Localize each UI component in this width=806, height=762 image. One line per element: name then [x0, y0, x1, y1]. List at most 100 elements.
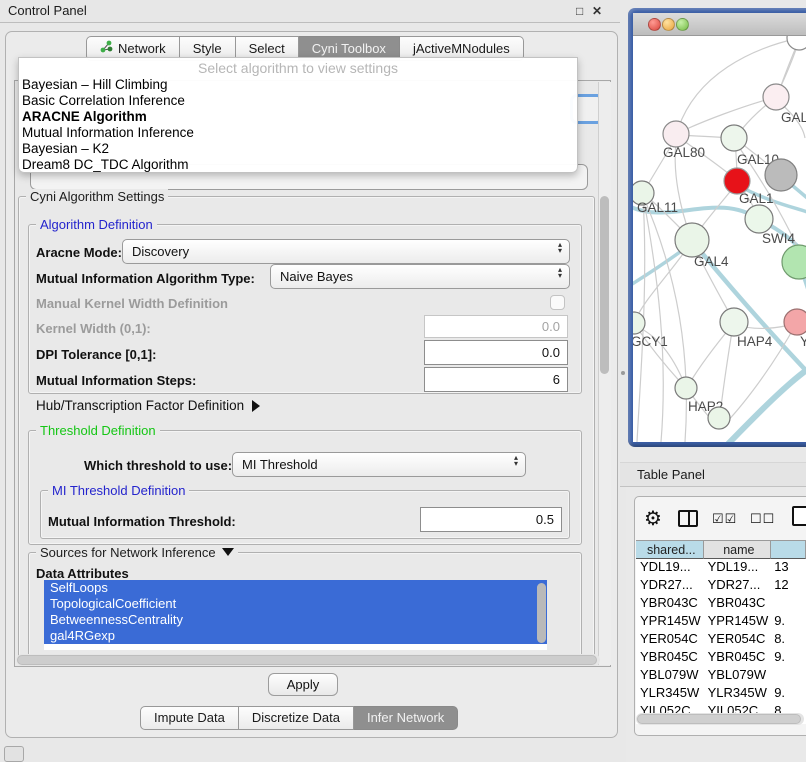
sources-title[interactable]: Sources for Network Inference	[36, 545, 238, 560]
table-row[interactable]: YDL19...YDL19...13	[636, 558, 806, 576]
algorithm-option[interactable]: Bayesian – K2	[19, 141, 577, 157]
column-header[interactable]: name	[704, 540, 772, 559]
node-gal4[interactable]	[675, 223, 709, 257]
tab-label: Network	[118, 41, 166, 56]
table-row[interactable]: YBL079WYBL079W	[636, 666, 806, 684]
node-label: GAL4	[694, 254, 729, 269]
mi-threshold-definition-title: MI Threshold Definition	[48, 483, 189, 498]
deselect-all-icon[interactable]: ☐☐	[750, 511, 775, 527]
application-window: Control Panel □ ✕ Network Style Select Cyni…	[0, 0, 806, 762]
table-cell: 9.	[771, 612, 806, 630]
split-pane-divider-handle[interactable]	[621, 371, 625, 375]
tab-label: Style	[193, 41, 222, 56]
tab-label: jActiveMNodules	[413, 41, 510, 56]
node-hap2[interactable]	[675, 377, 697, 399]
hub-definition-toggle[interactable]: Hub/Transcription Factor Definition	[36, 398, 260, 413]
dpi-tolerance-field[interactable]: 0.0	[424, 340, 568, 365]
tab-label: Select	[249, 41, 285, 56]
table-cell: YER054C	[636, 630, 704, 648]
which-threshold-label: Which threshold to use:	[84, 458, 232, 473]
node-label: GCY1	[633, 334, 668, 349]
apply-button[interactable]: Apply	[268, 673, 338, 696]
control-panel-title: Control Panel	[8, 3, 87, 18]
table-cell: YBR043C	[704, 594, 772, 612]
data-attribute-item[interactable]: BetweennessCentrality	[44, 612, 547, 628]
float-panel-icon[interactable]: □	[576, 4, 583, 18]
table-row[interactable]: YBR045CYBR045C9.	[636, 648, 806, 666]
table-row[interactable]: YBR043CYBR043C	[636, 594, 806, 612]
settings-vertical-scrollbar-thumb[interactable]	[600, 196, 609, 374]
table-cell: 13	[771, 558, 806, 576]
algorithm-definition-title: Algorithm Definition	[36, 217, 157, 232]
kernel-width-field[interactable]: 0.0	[424, 315, 568, 338]
which-threshold-value: MI Threshold	[242, 457, 318, 472]
data-attribute-item[interactable]: TopologicalCoefficient	[44, 596, 547, 612]
table-row[interactable]: YLR345WYLR345W9.	[636, 684, 806, 702]
new-table-icon[interactable]	[792, 506, 806, 526]
kernel-width-label: Kernel Width (0,1):	[36, 321, 151, 336]
aracne-mode-value: Discovery	[132, 244, 189, 259]
table-cell: YDR27...	[636, 576, 704, 594]
table-row[interactable]: YER054CYER054C8.	[636, 630, 806, 648]
table-cell: YDL19...	[636, 558, 704, 576]
tab-discretize-data[interactable]: Discretize Data	[239, 706, 354, 730]
mi-threshold-field[interactable]: 0.5	[420, 507, 562, 532]
tab-label: Impute Data	[154, 710, 225, 725]
manual-kernel-checkbox[interactable]	[550, 295, 565, 310]
node-gal80[interactable]	[663, 121, 689, 147]
data-attribute-item[interactable]: gal4RGexp	[44, 628, 547, 644]
table-row[interactable]: YPR145WYPR145W9.	[636, 612, 806, 630]
expand-arrow-icon	[252, 400, 260, 412]
node-attribute-table[interactable]: shared...nameYDL19...YDL19...13YDR27...Y…	[636, 540, 806, 724]
table-cell: YBR043C	[636, 594, 704, 612]
network-window-titlebar[interactable]	[633, 13, 806, 36]
column-header[interactable]: shared...	[636, 540, 704, 559]
table-row[interactable]: YDR27...YDR27...12	[636, 576, 806, 594]
node[interactable]	[708, 407, 730, 429]
node-y[interactable]	[784, 309, 806, 335]
node[interactable]	[782, 245, 806, 279]
table-horizontal-scrollbar-thumb[interactable]	[637, 714, 801, 724]
minimize-window-icon[interactable]	[662, 18, 675, 31]
which-threshold-combobox[interactable]: MI Threshold ▴▾	[232, 452, 526, 477]
select-all-icon[interactable]: ☑☑	[712, 511, 737, 527]
table-cell: YBR045C	[704, 648, 772, 666]
combo-arrows-icon: ▴▾	[558, 242, 562, 254]
close-panel-icon[interactable]: ✕	[592, 4, 602, 18]
collapsed-panel-button[interactable]	[4, 746, 24, 762]
tab-infer-network[interactable]: Infer Network	[354, 706, 458, 730]
settings-horizontal-scrollbar-thumb[interactable]	[17, 655, 597, 665]
table-panel-title: Table Panel	[637, 467, 705, 482]
algorithm-option[interactable]: Bayesian – Hill Climbing	[19, 77, 577, 93]
tab-label: Cyni Toolbox	[312, 41, 386, 56]
column-header[interactable]	[771, 540, 806, 559]
zoom-window-icon[interactable]	[676, 18, 689, 31]
algorithm-option[interactable]: Dream8 DC_TDC Algorithm	[19, 157, 577, 173]
node-gal[interactable]	[763, 84, 789, 110]
close-window-icon[interactable]	[648, 18, 661, 31]
algorithm-option[interactable]: Basic Correlation Inference	[19, 93, 577, 109]
tab-impute-data[interactable]: Impute Data	[140, 706, 239, 730]
split-columns-icon[interactable]	[678, 510, 698, 527]
data-attribute-item[interactable]: SelfLoops	[44, 580, 547, 596]
mi-steps-field[interactable]: 6	[424, 367, 568, 392]
node[interactable]	[765, 159, 797, 191]
node[interactable]	[787, 36, 806, 50]
algorithm-option[interactable]: ARACNE Algorithm	[19, 109, 577, 125]
aracne-mode-combobox[interactable]: Discovery ▴▾	[122, 239, 570, 264]
network-canvas[interactable]: GALGAL80GAL10GAL1SWI4GAL11GAL4GCY1HAP4YH…	[633, 36, 806, 442]
attribute-list-scrollbar[interactable]	[537, 583, 546, 643]
node-hap4[interactable]	[720, 308, 748, 336]
node-swi4[interactable]	[745, 205, 773, 233]
network-nodes[interactable]: GALGAL80GAL10GAL1SWI4GAL11GAL4GCY1HAP4YH…	[633, 36, 806, 429]
table-cell: YLR345W	[636, 684, 704, 702]
bottom-tab-bar: Impute Data Discretize DataInfer Network	[140, 706, 458, 730]
gear-icon[interactable]: ⚙	[644, 506, 662, 531]
node-gal10[interactable]	[721, 125, 747, 151]
node-label: GAL1	[739, 191, 774, 206]
hub-definition-label: Hub/Transcription Factor Definition	[36, 398, 244, 413]
mi-type-combobox[interactable]: Naive Bayes ▴▾	[270, 264, 570, 289]
table-cell: YDL19...	[704, 558, 772, 576]
algorithm-option[interactable]: Mutual Information Inference	[19, 125, 577, 141]
table-cell: 9.	[771, 684, 806, 702]
